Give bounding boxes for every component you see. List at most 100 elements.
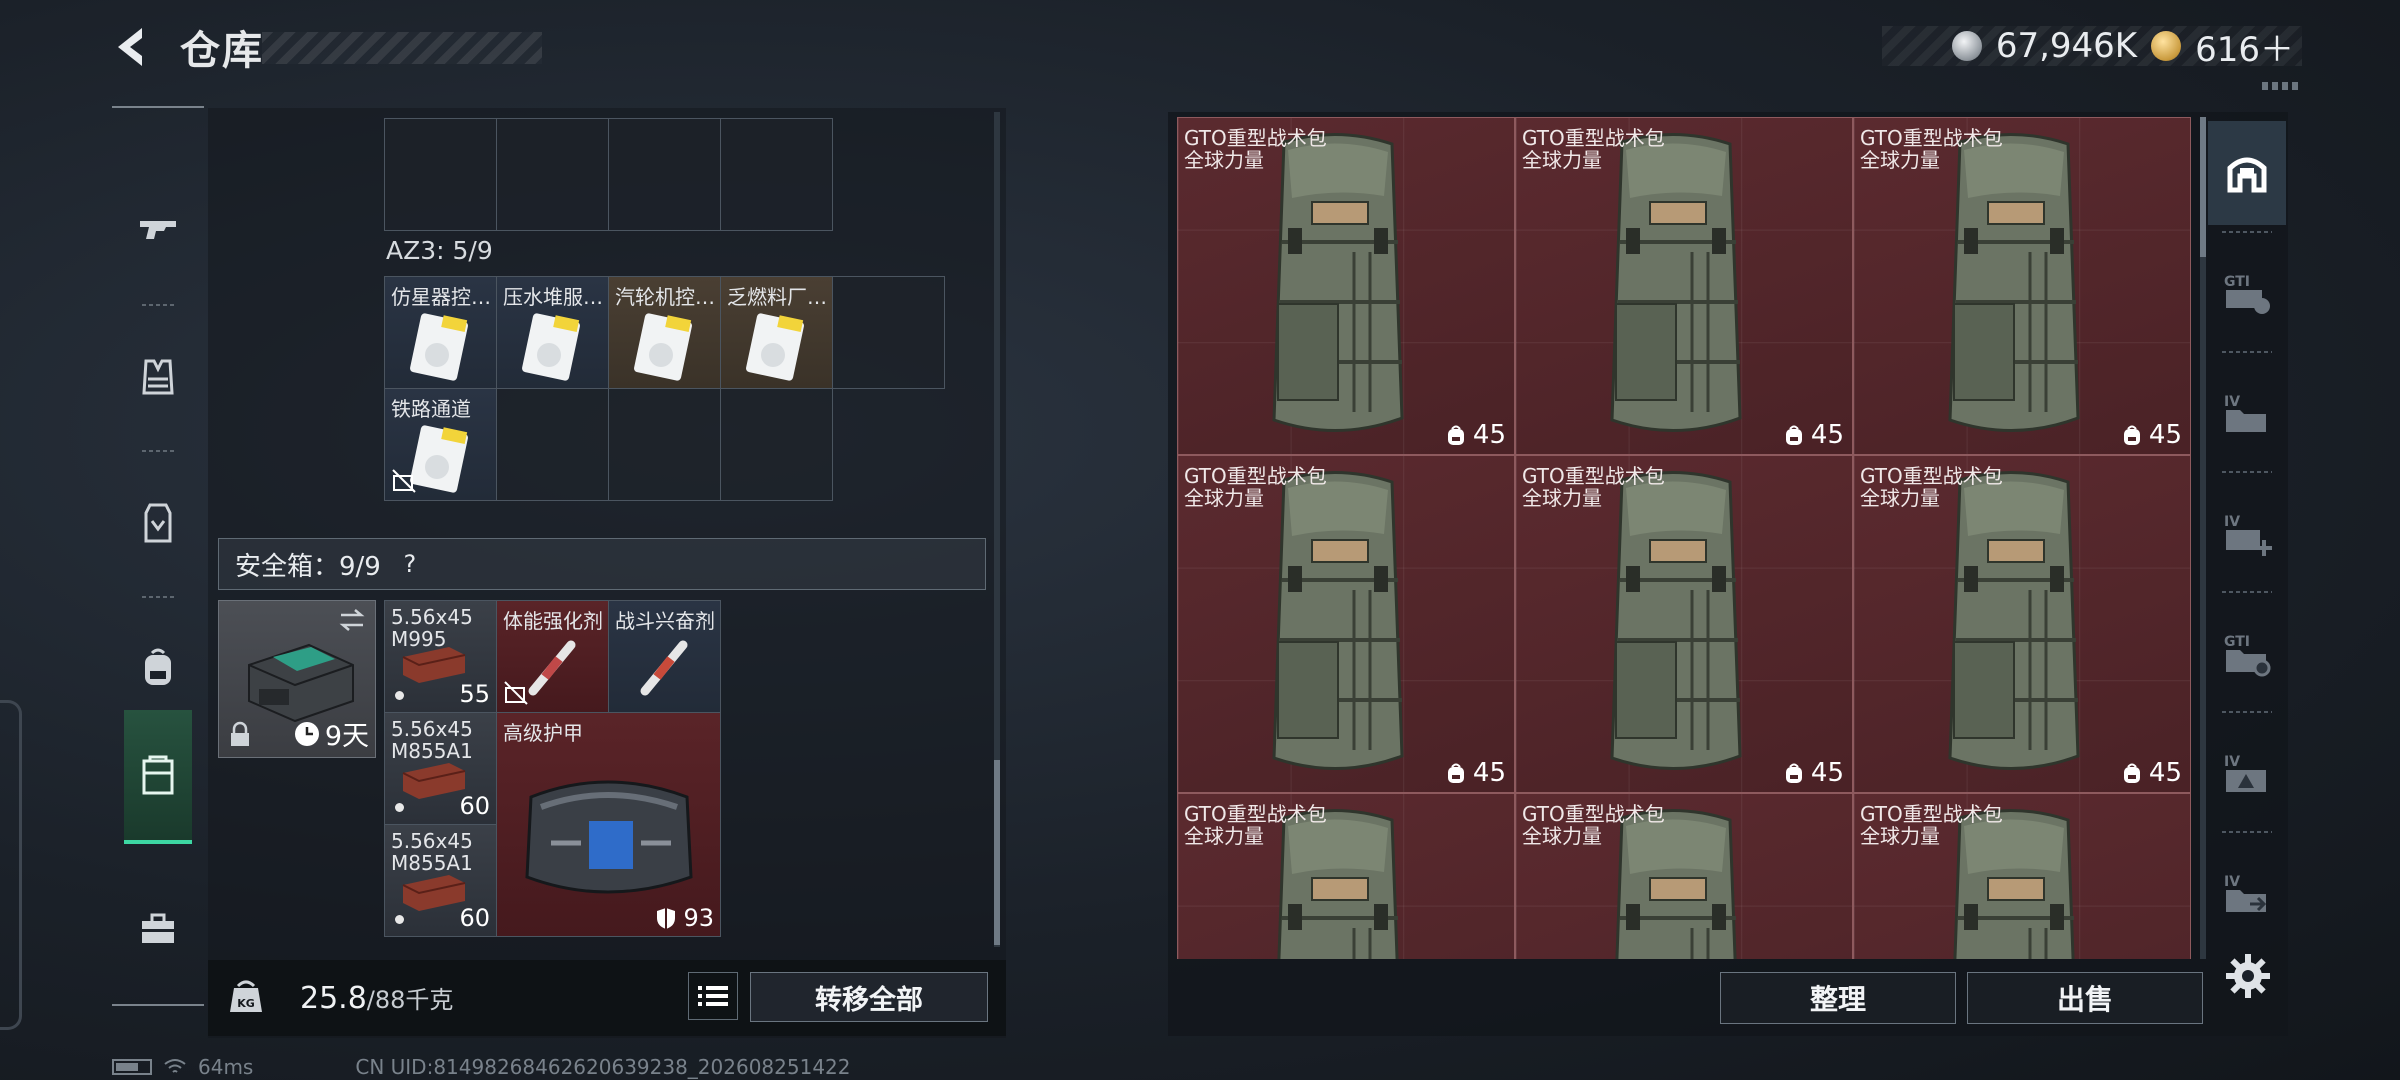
- iv-triangle-icon: IV: [2224, 754, 2266, 792]
- backpack-image: [1948, 470, 2080, 770]
- capacity: 45: [2121, 758, 2182, 788]
- ammo-item[interactable]: 5.56x45 M855A1 60: [385, 825, 497, 937]
- durability-value: 93: [683, 904, 714, 932]
- armor-item[interactable]: 高级护甲 93: [497, 713, 721, 937]
- filter-iv-plus[interactable]: IV: [2208, 481, 2286, 585]
- iv-arrow-icon: IV: [2224, 874, 2267, 912]
- svg-text:IV: IV: [2224, 514, 2240, 530]
- item-name: 战斗兴奋剂: [615, 609, 715, 633]
- empty-slot[interactable]: [721, 119, 833, 231]
- empty-slot[interactable]: [609, 389, 721, 501]
- inventory-scrollbar-thumb[interactable]: [2200, 117, 2206, 257]
- list-view-button[interactable]: [688, 972, 738, 1020]
- empty-slot[interactable]: [497, 389, 609, 501]
- keycard-item[interactable]: 汽轮机控…: [609, 277, 721, 389]
- edge-swipe-handle[interactable]: [0, 700, 22, 1030]
- filter-iv-arrow[interactable]: IV: [2208, 841, 2286, 945]
- backpack-item[interactable]: GTO重型战术包 全球力量 45: [1177, 455, 1515, 793]
- filter-separator: [2222, 231, 2272, 233]
- category-armor[interactable]: [124, 456, 192, 590]
- injector-image: [640, 640, 688, 696]
- backpack-item[interactable]: GTO重型战术包 全球力量: [1177, 793, 1515, 959]
- wifi-icon: [164, 1059, 186, 1073]
- backpack-item[interactable]: GTO重型战术包 全球力量 45: [1177, 117, 1515, 455]
- category-vest[interactable]: [124, 310, 192, 444]
- backpack-item[interactable]: GTO重型战术包 全球力量 45: [1515, 455, 1853, 793]
- backpack-image: [1610, 132, 1742, 432]
- safe-box-image: [248, 643, 354, 723]
- gold-coin-amount[interactable]: 616＋: [2195, 22, 2294, 71]
- keycard-icon: [410, 313, 468, 381]
- sort-button[interactable]: 整理: [1720, 972, 1956, 1024]
- consumable-item[interactable]: 体能强化剂: [497, 601, 609, 713]
- filter-iv-folder[interactable]: IV: [2208, 361, 2286, 465]
- item-brand: 全球力量: [1860, 824, 1940, 848]
- armor-bag-image: [525, 780, 693, 894]
- sell-button[interactable]: 出售: [1967, 972, 2203, 1024]
- keycard-item[interactable]: 仿星器控…: [385, 277, 497, 389]
- category-separator: [142, 596, 174, 598]
- safe-box-label: 安全箱：9/9: [235, 551, 381, 582]
- svg-text:KG: KG: [237, 997, 255, 1010]
- backpack-item[interactable]: GTO重型战术包 全球力量: [1515, 793, 1853, 959]
- safe-box-item[interactable]: 9天: [218, 600, 376, 758]
- filter-iv-triangle[interactable]: IV: [2208, 721, 2286, 825]
- filter-gti-folder[interactable]: GTI: [2208, 601, 2286, 705]
- filter-separator: [2222, 711, 2272, 713]
- item-name: 体能强化剂: [503, 609, 603, 633]
- filter-gti-tag[interactable]: GTI: [2208, 241, 2286, 345]
- empty-slot[interactable]: [497, 119, 609, 231]
- stash-scrollbar-thumb[interactable]: [994, 760, 1000, 945]
- keycard-item[interactable]: 铁路通道: [385, 389, 497, 501]
- capacity-backpack-icon: [1785, 425, 1802, 445]
- category-weapon[interactable]: [124, 162, 192, 296]
- capacity-value: 45: [1810, 420, 1844, 450]
- ammo-tier-dot: [395, 915, 404, 924]
- safe-box-header: 安全箱：9/9 ?: [218, 538, 986, 590]
- keycard-item[interactable]: 乏燃料厂…: [721, 277, 833, 389]
- stash-home-icon: [2227, 157, 2267, 193]
- consumable-item[interactable]: 战斗兴奋剂: [609, 601, 721, 713]
- item-brand: 全球力量: [1184, 486, 1264, 510]
- filter-stash-home[interactable]: [2208, 121, 2286, 225]
- transfer-all-button[interactable]: 转移全部: [750, 972, 988, 1022]
- ammo-item[interactable]: 5.56x45 M855A1 60: [385, 713, 497, 825]
- item-name: 铁路通道: [391, 397, 471, 421]
- empty-slot[interactable]: [609, 119, 721, 231]
- category-toolbox[interactable]: [124, 862, 192, 996]
- backpack-item[interactable]: GTO重型战术包 全球力量 45: [1515, 117, 1853, 455]
- backpack-item[interactable]: GTO重型战术包 全球力量: [1853, 793, 2191, 959]
- capacity: 45: [1783, 420, 1844, 450]
- sidebar-top-rule: [112, 106, 204, 108]
- swap-icon[interactable]: [337, 607, 367, 633]
- item-brand: 全球力量: [1184, 824, 1264, 848]
- menu-dots-icon[interactable]: [2262, 82, 2302, 90]
- backpack-item[interactable]: GTO重型战术包 全球力量 45: [1853, 117, 2191, 455]
- capacity-value: 45: [1810, 758, 1844, 788]
- backpack-grid: GTO重型战术包 全球力量 45 GTO重型战术包 全球力量 45 GTO重型战术包 全球力量…: [1177, 117, 2191, 959]
- filter-separator: [2222, 351, 2272, 353]
- back-button[interactable]: [110, 22, 160, 72]
- shield-icon: [657, 908, 676, 929]
- list-icon: [698, 986, 728, 1006]
- safe-box-grid: 5.56x45 M995 55 体能强化剂 战斗兴奋剂 5.56x45 M855…: [384, 600, 721, 937]
- ammo-item[interactable]: 5.56x45 M995 55: [385, 601, 497, 713]
- category-separator: [142, 450, 174, 452]
- weight-value: 25.8/88千克: [300, 980, 453, 1016]
- sidebar-bottom-rule: [112, 1004, 204, 1006]
- item-name: 高级护甲: [503, 721, 583, 745]
- vest-icon: [142, 359, 174, 395]
- capacity-value: 45: [2148, 420, 2182, 450]
- keycard-grid: 仿星器控… 压水堆服… 汽轮机控… 乏燃料厂… 铁路通道: [384, 276, 945, 501]
- toolbox-icon: [142, 913, 174, 943]
- keycard-item[interactable]: 压水堆服…: [497, 277, 609, 389]
- empty-slot[interactable]: [833, 277, 945, 389]
- category-container[interactable]: [124, 710, 192, 844]
- durability: 93: [655, 904, 714, 932]
- empty-slot[interactable]: [385, 119, 497, 231]
- help-button[interactable]: ?: [395, 549, 425, 579]
- backpack-item[interactable]: GTO重型战术包 全球力量 45: [1853, 455, 2191, 793]
- settings-gear-icon[interactable]: [2224, 952, 2272, 1000]
- capacity-value: 45: [1472, 758, 1506, 788]
- empty-slot[interactable]: [721, 389, 833, 501]
